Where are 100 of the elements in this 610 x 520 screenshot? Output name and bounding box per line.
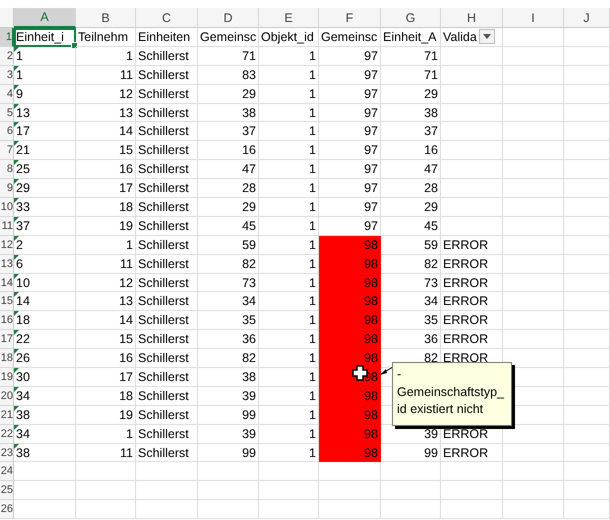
empty-cell[interactable] <box>259 500 319 520</box>
row-header[interactable]: 17 <box>0 330 14 350</box>
empty-cell[interactable] <box>76 500 136 520</box>
empty-cell[interactable] <box>136 462 198 482</box>
empty-cell[interactable] <box>564 274 610 292</box>
empty-cell[interactable] <box>503 330 564 350</box>
empty-cell[interactable] <box>319 481 381 500</box>
empty-cell[interactable] <box>564 141 610 160</box>
empty-cell[interactable] <box>319 500 381 520</box>
column-header[interactable]: H <box>441 8 503 28</box>
empty-cell[interactable] <box>564 292 610 312</box>
empty-cell[interactable] <box>564 46 610 66</box>
empty-cell[interactable] <box>503 311 564 330</box>
row-header[interactable]: 20 <box>0 386 14 406</box>
empty-cell[interactable] <box>564 160 610 180</box>
row-header[interactable]: 22 <box>0 424 14 444</box>
column-header[interactable]: I <box>503 8 564 28</box>
column-header[interactable]: B <box>76 8 136 28</box>
empty-cell[interactable] <box>441 84 503 104</box>
row-header[interactable]: 11 <box>0 216 14 236</box>
empty-cell[interactable] <box>259 481 319 500</box>
empty-cell[interactable] <box>503 160 564 180</box>
empty-cell[interactable] <box>564 198 610 217</box>
empty-cell[interactable] <box>564 216 610 236</box>
fill-handle[interactable] <box>71 42 78 49</box>
row-header[interactable]: 13 <box>0 254 14 274</box>
empty-cell[interactable] <box>381 500 441 520</box>
empty-cell[interactable] <box>441 462 503 482</box>
row-header[interactable]: 6 <box>0 122 14 142</box>
empty-cell[interactable] <box>564 311 610 330</box>
empty-cell[interactable] <box>564 254 610 274</box>
empty-cell[interactable] <box>441 66 503 85</box>
empty-cell[interactable] <box>198 481 259 500</box>
column-header[interactable]: F <box>319 8 381 28</box>
empty-cell[interactable] <box>564 28 610 47</box>
empty-cell[interactable] <box>503 254 564 274</box>
row-header[interactable]: 1 <box>0 28 14 47</box>
empty-cell[interactable] <box>564 179 610 198</box>
empty-cell[interactable] <box>441 160 503 180</box>
row-header[interactable]: 12 <box>0 236 14 255</box>
empty-cell[interactable] <box>503 46 564 66</box>
row-header[interactable]: 24 <box>0 462 14 482</box>
empty-cell[interactable] <box>503 179 564 198</box>
empty-cell[interactable] <box>503 444 564 462</box>
empty-cell[interactable] <box>503 84 564 104</box>
row-header[interactable]: 3 <box>0 66 14 85</box>
row-header[interactable]: 5 <box>0 104 14 122</box>
empty-cell[interactable] <box>503 198 564 217</box>
empty-cell[interactable] <box>564 104 610 122</box>
empty-cell[interactable] <box>441 122 503 142</box>
row-header[interactable]: 2 <box>0 46 14 66</box>
row-header[interactable]: 23 <box>0 444 14 462</box>
empty-cell[interactable] <box>564 481 610 500</box>
empty-cell[interactable] <box>564 84 610 104</box>
empty-cell[interactable] <box>503 122 564 142</box>
empty-cell[interactable] <box>441 179 503 198</box>
empty-cell[interactable] <box>76 481 136 500</box>
empty-cell[interactable] <box>564 236 610 255</box>
empty-cell[interactable] <box>441 198 503 217</box>
row-header[interactable]: 26 <box>0 500 14 520</box>
row-header[interactable]: 7 <box>0 141 14 160</box>
empty-cell[interactable] <box>564 500 610 520</box>
empty-cell[interactable] <box>381 462 441 482</box>
row-header[interactable]: 21 <box>0 406 14 425</box>
row-header[interactable]: 14 <box>0 274 14 292</box>
empty-cell[interactable] <box>441 141 503 160</box>
empty-cell[interactable] <box>503 481 564 500</box>
empty-cell[interactable] <box>503 236 564 255</box>
row-header[interactable]: 18 <box>0 349 14 368</box>
empty-cell[interactable] <box>503 141 564 160</box>
empty-cell[interactable] <box>198 462 259 482</box>
column-header[interactable]: J <box>564 8 610 28</box>
empty-cell[interactable] <box>441 104 503 122</box>
empty-cell[interactable] <box>564 368 610 387</box>
select-all-corner[interactable] <box>0 8 14 28</box>
empty-cell[interactable] <box>441 46 503 66</box>
empty-cell[interactable] <box>198 500 259 520</box>
column-header[interactable]: A <box>14 8 76 28</box>
empty-cell[interactable] <box>564 462 610 482</box>
empty-cell[interactable] <box>381 481 441 500</box>
column-header[interactable]: G <box>381 8 441 28</box>
column-header[interactable]: E <box>259 8 319 28</box>
empty-cell[interactable] <box>503 66 564 85</box>
empty-cell[interactable] <box>319 462 381 482</box>
empty-cell[interactable] <box>564 386 610 406</box>
empty-cell[interactable] <box>564 66 610 85</box>
empty-cell[interactable] <box>441 500 503 520</box>
empty-cell[interactable] <box>564 122 610 142</box>
row-header[interactable]: 9 <box>0 179 14 198</box>
empty-cell[interactable] <box>136 481 198 500</box>
empty-cell[interactable] <box>259 462 319 482</box>
empty-cell[interactable] <box>503 104 564 122</box>
empty-cell[interactable] <box>503 216 564 236</box>
empty-cell[interactable] <box>503 462 564 482</box>
empty-cell[interactable] <box>564 406 610 425</box>
empty-cell[interactable] <box>503 28 564 47</box>
row-header[interactable]: 10 <box>0 198 14 217</box>
empty-cell[interactable] <box>564 330 610 350</box>
column-header[interactable]: D <box>198 8 259 28</box>
column-header[interactable]: C <box>136 8 198 28</box>
